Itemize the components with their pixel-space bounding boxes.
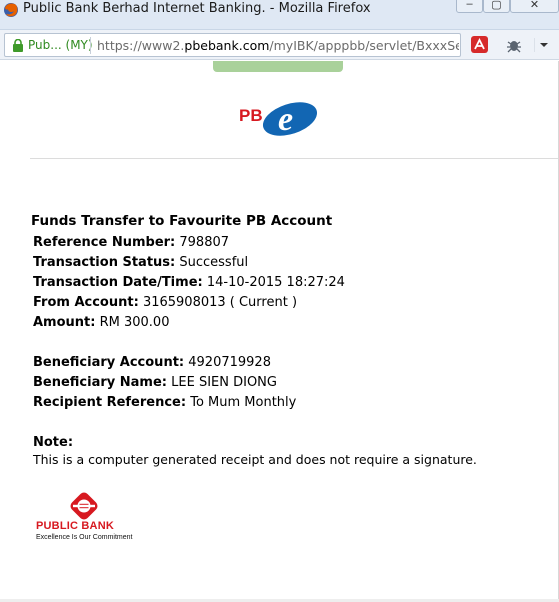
- beneficiary-account-row: Beneficiary Account: 4920719928: [33, 355, 271, 370]
- pbe-logo-pb: PB: [239, 106, 263, 125]
- lock-icon: [13, 39, 23, 52]
- url-suffix: /myIBK/apppbb/servlet/BxxxServlet?JSID: [269, 38, 459, 53]
- from-account-row: From Account: 3165908013 ( Current ): [33, 295, 297, 310]
- field-label: From Account:: [33, 295, 139, 310]
- page-top-tab: [213, 61, 343, 72]
- field-value: LEE SIEN DIONG: [171, 375, 277, 390]
- note-text: This is a computer generated receipt and…: [33, 452, 477, 467]
- field-label: Recipient Reference:: [33, 395, 187, 410]
- field-label: Amount:: [33, 315, 96, 330]
- field-value: 3165908013 ( Current ): [142, 295, 298, 310]
- url-bar[interactable]: Pub... (MY) https://www2.pbebank.com/myI…: [4, 33, 461, 57]
- url-prefix: https://www2.: [97, 38, 185, 53]
- url-domain: pbebank.com: [184, 38, 270, 53]
- minimize-icon: –: [466, 0, 473, 10]
- recipient-reference-row: Recipient Reference: To Mum Monthly: [33, 395, 296, 410]
- minimize-button[interactable]: –: [456, 0, 483, 13]
- reference-number-row: Reference Number: 798807: [33, 235, 229, 250]
- field-label: Beneficiary Name:: [33, 375, 167, 390]
- header-divider: [30, 158, 559, 159]
- receipt-title: Funds Transfer to Favourite PB Account: [31, 213, 333, 229]
- menu-dropdown-icon[interactable]: [534, 35, 554, 55]
- field-value: 4920719928: [188, 355, 271, 370]
- note-title: Note:: [33, 435, 74, 450]
- avira-icon[interactable]: [470, 35, 490, 55]
- field-value: RM 300.00: [99, 315, 170, 330]
- amount-row: Amount: RM 300.00: [33, 315, 169, 330]
- maximize-button[interactable]: ▢: [483, 0, 510, 13]
- transaction-status-row: Transaction Status: Successful: [33, 255, 248, 270]
- pbe-logo-e: e: [278, 101, 293, 138]
- field-value: 798807: [179, 235, 230, 250]
- pbe-logo: PB e: [239, 101, 318, 138]
- close-icon: ✕: [529, 0, 540, 11]
- page-content: PB e Funds Transfer to Favourite PB Acco…: [0, 61, 559, 602]
- public-bank-tagline: Excellence Is Our Commitment: [36, 534, 133, 541]
- beneficiary-name-row: Beneficiary Name: LEE SIEN DIONG: [33, 375, 277, 390]
- firefox-icon: [4, 3, 18, 17]
- close-button[interactable]: ✕: [510, 0, 559, 13]
- field-label: Reference Number:: [33, 235, 176, 250]
- public-bank-name: PUBLIC BANK: [36, 520, 114, 532]
- transaction-datetime-row: Transaction Date/Time: 14-10-2015 18:27:…: [33, 275, 345, 290]
- window-titlebar: Public Bank Berhad Internet Banking. - M…: [0, 0, 559, 30]
- field-label: Transaction Status:: [33, 255, 176, 270]
- site-identity-label[interactable]: Pub... (MY): [28, 38, 93, 52]
- bug-icon[interactable]: [504, 35, 524, 55]
- field-value: 14-10-2015 18:27:24: [206, 275, 345, 290]
- field-label: Beneficiary Account:: [33, 355, 185, 370]
- maximize-icon: ▢: [491, 0, 502, 11]
- navigation-bar: Pub... (MY) https://www2.pbebank.com/myI…: [0, 30, 559, 60]
- url-text[interactable]: https://www2.pbebank.com/myIBK/apppbb/se…: [97, 38, 459, 53]
- field-label: Transaction Date/Time:: [33, 275, 203, 290]
- url-separator: [90, 37, 91, 54]
- window-title: Public Bank Berhad Internet Banking. - M…: [23, 1, 371, 16]
- field-value: Successful: [179, 255, 249, 270]
- field-value: To Mum Monthly: [190, 395, 297, 410]
